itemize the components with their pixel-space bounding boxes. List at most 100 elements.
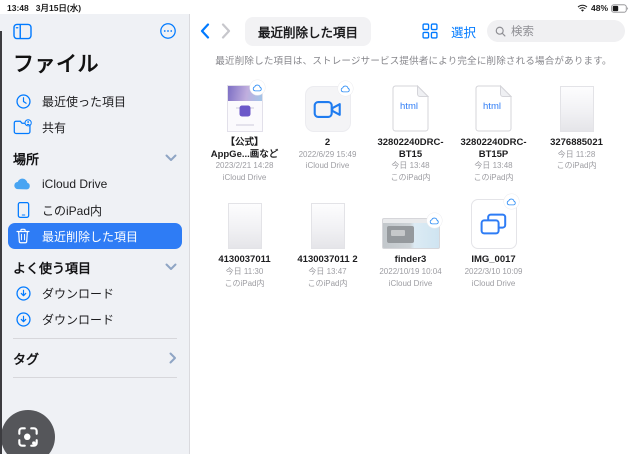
file-date: 2022/6/29 15:49 [298, 149, 357, 159]
sidebar-nav: 最近使った項目 共有場所 iCloud Drive このiPad内最近削除した項目よく… [8, 88, 182, 378]
select-button[interactable]: 選択 [451, 22, 476, 41]
recently-deleted-notice: 最近削除した項目は、ストレージサービス提供者により完全に削除される場合があります… [215, 56, 612, 67]
sidebar-section-header[interactable]: 場所 [13, 145, 177, 171]
sidebar-item-label: iCloud Drive [42, 177, 108, 191]
sidebar-item-label: ダウンロード [42, 286, 115, 301]
file-item[interactable]: finder3 2022/10/19 10:04 iCloud Drive [369, 199, 452, 289]
sidebar-section-label: よく使う項目 [13, 260, 92, 276]
search-icon [495, 26, 506, 37]
sidebar-item-label: 最近削除した項目 [42, 229, 139, 244]
status-indicators: 48% [577, 3, 629, 13]
file-name: IMG_0017 [471, 254, 516, 266]
file-name: 4130037011 2 [297, 254, 358, 266]
svg-text:html: html [400, 101, 418, 112]
file-location: iCloud Drive [471, 278, 516, 288]
more-options-icon[interactable] [159, 22, 177, 40]
file-name: 3276885021 [550, 137, 603, 148]
file-name: 【公式】 AppGe...画など [210, 137, 279, 160]
sidebar-item[interactable]: 最近使った項目 [8, 88, 182, 114]
file-name: 32802240DRC-BT15P [460, 137, 527, 160]
icloud-download-badge-icon [337, 81, 353, 96]
forward-chevron-icon[interactable] [219, 21, 233, 41]
file-location: iCloud Drive [305, 161, 350, 171]
file-date: 2022/10/19 10:04 [379, 266, 442, 276]
file-date: 今日 11:30 [225, 266, 264, 276]
clock-icon [13, 93, 33, 110]
battery-icon [611, 3, 629, 13]
file-item[interactable]: IMG_0017 2022/3/10 10:09 iCloud Drive [452, 194, 535, 289]
sidebar-item[interactable]: ダウンロード [8, 280, 182, 306]
app-title: ファイル [13, 53, 99, 76]
icloud-download-badge-icon [503, 194, 519, 210]
file-date: 今日 13:48 [474, 161, 513, 171]
file-location: このiPad内 [307, 278, 348, 288]
battery-percent: 48% [590, 3, 608, 13]
page-title: 最近削除した項目 [245, 16, 372, 46]
document-thumbnail [559, 86, 594, 132]
shared-folder-icon [13, 119, 33, 135]
files-app-window: 13:48 3月15日(水) 48% ファイル 最近使った項目 共有 場所 iCloud… [0, 0, 637, 454]
icloud-download-badge-icon [426, 213, 442, 229]
file-item[interactable]: 4130037011 今日 11:30 このiPad内 [203, 199, 286, 289]
html-file-icon: html [475, 85, 512, 132]
sidebar-section-header[interactable]: よく使う項目 [13, 254, 177, 280]
icloud-download-badge-icon [249, 80, 265, 95]
document-thumbnail [227, 203, 262, 250]
download-icon [13, 311, 33, 328]
file-location: このiPad内 [224, 278, 265, 288]
icloud-icon [13, 177, 33, 191]
file-item[interactable]: 【公式】 AppGe...画など 2023/2/21 14:28 iCloud Dr… [203, 80, 286, 183]
sidebar-item-label: 最近使った項目 [42, 94, 127, 109]
sidebar-item[interactable]: このiPad内 [8, 197, 182, 223]
sidebar-header [13, 19, 177, 43]
screen-edge-artifact [0, 31, 2, 454]
search-input[interactable]: 検索 [487, 20, 625, 42]
file-item[interactable]: html 32802240DRC-BT15P 今日 13:48 このiPad内 [452, 82, 535, 183]
back-chevron-icon[interactable] [198, 21, 212, 41]
main-content: 最近削除した項目 選択 検索 最近削除した項目は、ストレージサービス提供者により… [190, 14, 637, 454]
file-item[interactable]: 3276885021 今日 11:28 このiPad内 [535, 82, 618, 183]
chevron-down-icon[interactable] [165, 263, 177, 271]
file-name: 32802240DRC-BT15 [377, 137, 444, 160]
file-item[interactable]: 2 2022/6/29 15:49 iCloud Drive [286, 81, 369, 183]
document-thumbnail [310, 203, 345, 250]
svg-text:html: html [483, 101, 501, 112]
trash-icon [13, 228, 33, 244]
sidebar-section-label: 場所 [13, 151, 40, 167]
file-name: finder3 [394, 254, 427, 266]
sidebar-item[interactable]: iCloud Drive [8, 171, 182, 197]
sidebar-section-header[interactable]: タグ [13, 345, 177, 371]
file-date: 2023/2/21 14:28 [215, 161, 274, 171]
toolbar: 最近削除した項目 選択 検索 [190, 14, 637, 48]
file-item[interactable]: 4130037011 2 今日 13:47 このiPad内 [286, 199, 369, 289]
file-location: iCloud Drive [388, 278, 433, 288]
status-bar: 13:48 3月15日(水) 48% [0, 0, 637, 14]
status-date: 3月15日(水) [35, 3, 82, 13]
html-file-icon: html [392, 85, 429, 132]
download-icon [13, 285, 33, 302]
file-location: このiPad内 [556, 161, 597, 171]
file-location: このiPad内 [473, 172, 514, 182]
sidebar-item-label: このiPad内 [42, 203, 103, 218]
file-date: 今日 13:47 [308, 266, 347, 276]
sidebar: ファイル 最近使った項目 共有場所 iCloud Drive このiPad内最近削除し… [0, 14, 190, 454]
sidebar-item-label: 共有 [42, 120, 67, 135]
sidebar-divider [13, 338, 177, 339]
file-date: 今日 13:48 [391, 161, 430, 171]
grid-view-icon[interactable] [422, 23, 438, 39]
chevron-right-icon[interactable] [169, 352, 177, 364]
sidebar-item[interactable]: 最近削除した項目 [8, 223, 182, 249]
status-time-date: 13:48 3月15日(水) [7, 2, 88, 14]
sidebar-divider [13, 377, 177, 378]
sidebar-toggle-icon[interactable] [13, 23, 32, 40]
file-item[interactable]: html 32802240DRC-BT15 今日 13:48 このiPad内 [369, 82, 452, 183]
sidebar-item[interactable]: ダウンロード [8, 306, 182, 332]
chevron-down-icon[interactable] [165, 154, 177, 162]
status-time: 13:48 [7, 3, 29, 13]
file-name: 2 [324, 137, 331, 148]
ipad-icon [13, 201, 33, 219]
sidebar-section-label: タグ [13, 351, 40, 367]
file-name: 4130037011 [218, 254, 271, 266]
file-location: iCloud Drive [222, 172, 267, 182]
sidebar-item[interactable]: 共有 [8, 114, 182, 140]
